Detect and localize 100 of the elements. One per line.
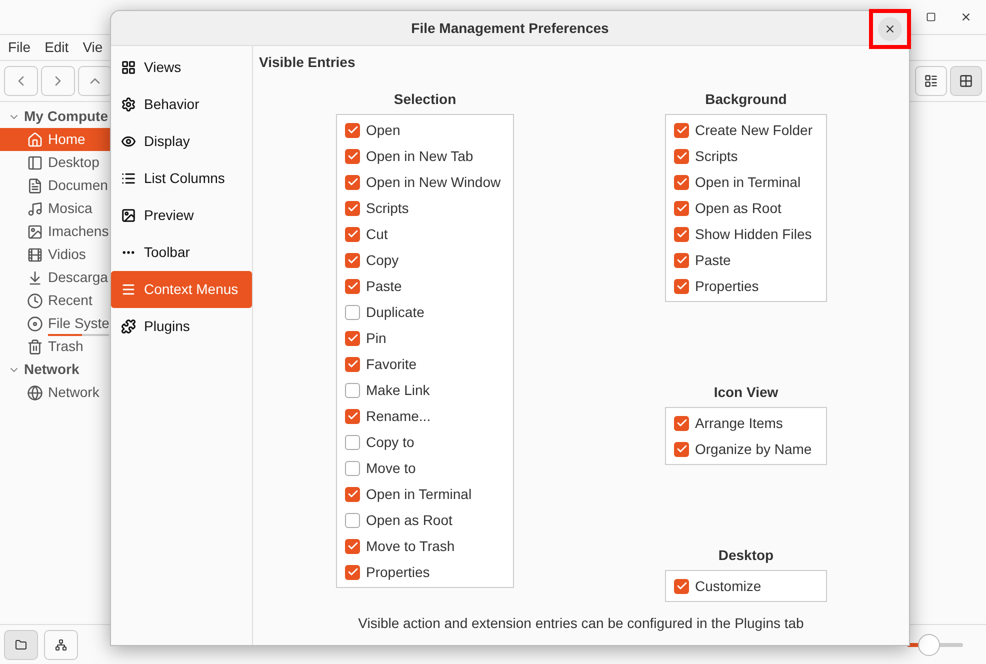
sidebar-item[interactable]: Network (0, 381, 140, 404)
option-label: Customize (695, 576, 762, 596)
check-icon (676, 417, 688, 429)
slider-thumb[interactable] (918, 634, 940, 656)
home-icon (27, 132, 43, 148)
check-icon (676, 580, 688, 592)
view-button[interactable] (950, 66, 982, 96)
grid-icon (121, 60, 136, 75)
check-icon (346, 332, 358, 344)
panel-icon (27, 154, 43, 170)
checkbox[interactable] (674, 226, 689, 242)
check-icon (346, 176, 358, 188)
checkbox[interactable] (345, 330, 360, 346)
checkbox[interactable] (674, 174, 689, 190)
option-label: Open as Root (695, 198, 782, 218)
view-button[interactable] (915, 66, 947, 96)
trash-icon (27, 338, 43, 354)
tree-button[interactable] (44, 630, 78, 660)
checkbox[interactable] (674, 578, 689, 594)
menu-item[interactable]: Vie (82, 37, 103, 58)
option-label: Copy to (366, 432, 414, 452)
group-title: Background (705, 90, 787, 109)
window-title: File Management Preferences (411, 18, 609, 38)
option-label: Scripts (695, 146, 738, 166)
option-label: Move to Trash (366, 536, 455, 556)
option-label: Duplicate (366, 302, 424, 322)
check-icon (676, 124, 688, 136)
group-title: Desktop (718, 546, 774, 565)
check-icon (346, 540, 358, 552)
checkbox[interactable] (345, 122, 360, 138)
section-header: Network (24, 360, 80, 379)
option-label: Copy (366, 250, 399, 270)
close-button[interactable] (878, 17, 902, 41)
folder-icon (15, 638, 27, 650)
nav-item[interactable]: Context Menus (111, 271, 252, 308)
checkbox[interactable] (674, 278, 689, 294)
checkbox[interactable] (345, 486, 360, 502)
group-title: Selection (394, 90, 456, 109)
checkbox[interactable] (674, 442, 689, 456)
check-icon (346, 410, 358, 422)
check-icon (346, 358, 358, 370)
group-title: Icon View (714, 383, 778, 402)
eye-icon (121, 134, 136, 149)
list-icon (121, 171, 136, 186)
image-icon (121, 208, 136, 223)
checkbox[interactable] (345, 408, 360, 424)
option-label: Rename... (366, 406, 431, 426)
checkbox[interactable] (345, 356, 360, 372)
globe-icon (27, 384, 43, 400)
checkbox[interactable] (674, 148, 689, 164)
checkbox[interactable] (345, 538, 360, 554)
puzzle-icon (121, 319, 136, 334)
checkbox[interactable] (674, 200, 689, 216)
nav-item[interactable]: Behavior (111, 86, 252, 123)
check-icon (676, 176, 688, 188)
footer-note: Visible action and extension entries can be configured in the Plugins tab (358, 614, 804, 633)
menu-item[interactable]: File (8, 37, 31, 58)
option-label: Open in Terminal (695, 172, 801, 192)
film-icon (27, 246, 43, 262)
check-icon (676, 150, 688, 162)
option-label: Open in Terminal (366, 484, 472, 504)
checkbox[interactable] (674, 122, 689, 138)
checkbox[interactable] (345, 304, 360, 320)
option-label: Paste (695, 250, 731, 270)
option-label: Paste (366, 276, 402, 296)
maximize-icon[interactable] (926, 12, 936, 22)
checkbox[interactable] (345, 564, 360, 580)
checkbox[interactable] (345, 148, 360, 164)
option-label: Properties (695, 276, 759, 296)
checkbox[interactable] (345, 200, 360, 216)
check-icon (346, 566, 358, 578)
menu-item[interactable]: Edit (44, 37, 69, 58)
option-label: Open as Root (366, 510, 452, 530)
checkbox[interactable] (345, 382, 360, 398)
option-label: Make Link (366, 380, 430, 400)
checkbox[interactable] (345, 174, 360, 190)
checkbox[interactable] (345, 512, 360, 528)
checkbox[interactable] (345, 252, 360, 268)
music-note-icon (27, 200, 43, 216)
check-icon (676, 443, 688, 455)
checkbox[interactable] (345, 226, 360, 242)
check-icon (676, 254, 688, 266)
checkbox[interactable] (674, 252, 689, 268)
check-icon (346, 254, 358, 266)
grid-icon (959, 74, 973, 88)
section-header: My Compute (24, 107, 108, 126)
option-label: Open in New Tab (366, 146, 474, 166)
section-heading: Visible Entries (259, 53, 356, 72)
checkbox[interactable] (345, 278, 360, 294)
option-label: Show Hidden Files (695, 224, 812, 244)
checkbox[interactable] (345, 434, 360, 450)
check-icon (346, 228, 358, 240)
checkbox[interactable] (674, 416, 689, 430)
checkbox[interactable] (345, 460, 360, 476)
places-button[interactable] (4, 630, 38, 660)
document-icon (27, 178, 43, 194)
nav-item[interactable]: Views (111, 49, 252, 86)
tree-icon (55, 638, 67, 650)
check-icon (346, 488, 358, 500)
close-icon[interactable] (960, 11, 972, 23)
